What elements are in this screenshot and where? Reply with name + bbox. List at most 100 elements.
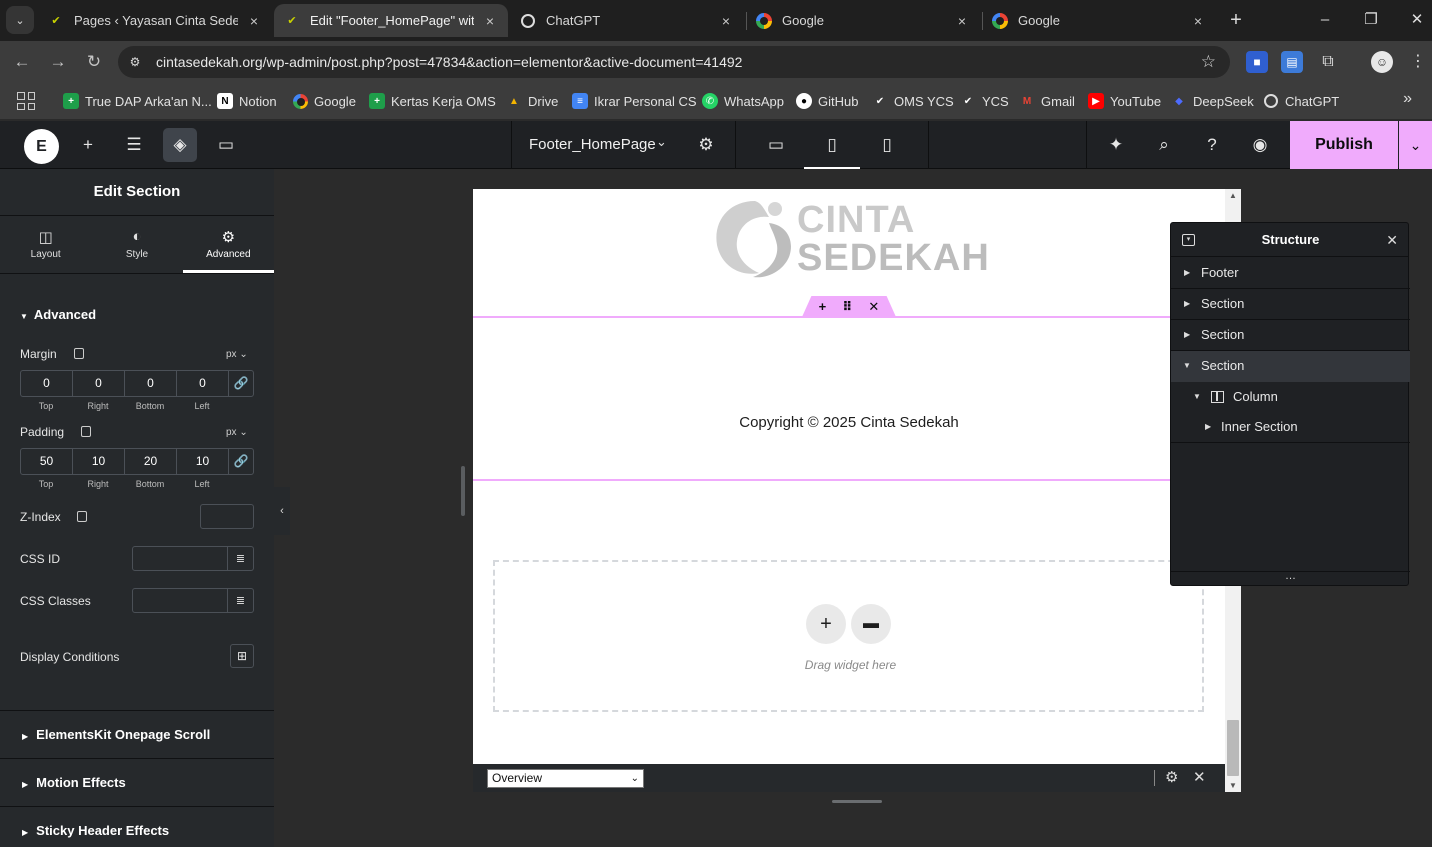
close-icon[interactable]: ×: [718, 13, 734, 29]
advanced-section-toggle[interactable]: ▼ Advanced: [20, 307, 96, 322]
structure-item-section[interactable]: ▶ Section: [1171, 289, 1410, 320]
profile-avatar[interactable]: ☺: [1371, 51, 1393, 73]
close-icon[interactable]: ×: [1190, 13, 1206, 29]
restore-icon[interactable]: ❐: [1357, 6, 1385, 34]
page-settings-gear-icon[interactable]: ⚙: [689, 128, 723, 162]
chevron-down-icon[interactable]: ⌄: [656, 134, 667, 150]
bookmark-item[interactable]: ✆ WhatsApp: [702, 91, 784, 111]
css-classes-input[interactable]: [132, 588, 228, 613]
tab-layout[interactable]: ◫ Layout: [0, 216, 91, 273]
accordion-sticky-header-effects[interactable]: ▶ Sticky Header Effects: [0, 806, 274, 847]
conditions-sitemap-icon[interactable]: ⊞: [230, 644, 254, 668]
publish-options-chevron-icon[interactable]: ⌄: [1399, 121, 1432, 169]
desktop-view-icon[interactable]: ▭: [759, 128, 793, 162]
gear-icon[interactable]: ⚙: [1165, 768, 1178, 786]
caret-right-icon[interactable]: ▶: [1184, 258, 1190, 288]
template-library-folder-icon[interactable]: ▬: [851, 604, 891, 644]
structure-header[interactable]: ▾ Structure ✕: [1171, 223, 1408, 257]
tab-search-button[interactable]: ⌄: [6, 6, 34, 34]
accordion-motion-effects[interactable]: ▶ Motion Effects: [0, 758, 274, 806]
structure-item-column[interactable]: ▼ Column: [1171, 382, 1410, 412]
bookmark-item[interactable]: Google: [292, 91, 356, 111]
caret-right-icon[interactable]: ▶: [1184, 289, 1190, 319]
new-tab-button[interactable]: +: [1224, 8, 1248, 32]
docs-extension-icon[interactable]: ▤: [1281, 51, 1303, 73]
apps-grid-icon[interactable]: [17, 92, 35, 110]
back-arrow-icon[interactable]: ←: [8, 48, 36, 76]
structure-item-footer[interactable]: ▶ Footer: [1171, 258, 1410, 289]
margin-top-input[interactable]: 0: [21, 371, 73, 396]
canvas-bottom-grip[interactable]: [832, 800, 882, 803]
margin-left-input[interactable]: 0: [177, 371, 229, 396]
padding-right-input[interactable]: 10: [73, 449, 125, 474]
browser-menu-icon[interactable]: ⋮: [1407, 51, 1429, 73]
site-info-icon[interactable]: ⚙: [126, 53, 144, 71]
caret-down-icon[interactable]: ▼: [1183, 351, 1191, 381]
reload-icon[interactable]: ↻: [80, 48, 108, 76]
bookmark-item[interactable]: + Kertas Kerja OMS: [369, 91, 496, 111]
caret-down-icon[interactable]: ▼: [1193, 382, 1201, 412]
tab-advanced[interactable]: ⚙ Advanced: [182, 216, 274, 273]
caret-right-icon[interactable]: ▶: [1205, 412, 1211, 442]
elementor-logo[interactable]: E: [24, 129, 59, 164]
css-id-input[interactable]: [132, 546, 228, 571]
margin-unit-select[interactable]: px ⌄: [226, 349, 248, 360]
search-icon[interactable]: ⌕: [1147, 128, 1181, 162]
address-bar[interactable]: ⚙ cintasedekah.org/wp-admin/post.php?pos…: [118, 46, 1230, 78]
z-index-input[interactable]: [200, 504, 254, 529]
copyright-text[interactable]: Copyright © 2025 Cinta Sedekah: [473, 414, 1225, 431]
extensions-puzzle-icon[interactable]: ⧉: [1317, 51, 1339, 73]
tab-google-1[interactable]: Google ×: [746, 4, 980, 37]
site-settings-icon[interactable]: ☰: [117, 128, 151, 162]
margin-bottom-input[interactable]: 0: [125, 371, 177, 396]
preview-eye-icon[interactable]: ◉: [1243, 128, 1277, 162]
scroll-down-arrow-icon[interactable]: ▼: [1225, 781, 1241, 790]
close-icon[interactable]: ×: [954, 13, 970, 29]
window-close-icon[interactable]: ✕: [1403, 6, 1431, 34]
tablet-view-icon[interactable]: ▯: [815, 128, 849, 162]
dynamic-tags-icon[interactable]: ≣: [228, 546, 254, 571]
scroll-up-arrow-icon[interactable]: ▲: [1225, 191, 1241, 200]
responsive-device-icon[interactable]: [81, 426, 91, 437]
close-icon[interactable]: ×: [246, 13, 262, 29]
add-section-icon[interactable]: +: [819, 299, 827, 314]
padding-top-input[interactable]: 50: [21, 449, 73, 474]
responsive-device-icon[interactable]: [77, 511, 87, 522]
dynamic-tags-icon[interactable]: ≣: [228, 588, 254, 613]
notes-comment-icon[interactable]: ▭: [209, 128, 243, 162]
margin-right-input[interactable]: 0: [73, 371, 125, 396]
site-logo[interactable]: CINTA SEDEKAH: [709, 193, 989, 285]
accordion-elementskit-onepage-scroll[interactable]: ▶ ElementsKit Onepage Scroll: [0, 710, 274, 758]
bookmark-item[interactable]: ✔ OMS YCS: [872, 91, 954, 111]
bookmark-item[interactable]: N Notion: [217, 91, 277, 111]
document-title[interactable]: Footer_HomePage: [529, 136, 656, 153]
padding-left-input[interactable]: 10: [177, 449, 229, 474]
close-icon[interactable]: ✕: [1193, 768, 1206, 786]
link-values-icon[interactable]: 🔗: [229, 371, 253, 396]
bookmark-star-icon[interactable]: ☆: [1201, 52, 1216, 72]
more-bookmarks-icon[interactable]: »: [1403, 90, 1412, 108]
structure-item-section-selected[interactable]: ▼ Section: [1171, 351, 1410, 382]
forward-arrow-icon[interactable]: →: [44, 48, 72, 76]
bookmark-item[interactable]: M Gmail: [1019, 91, 1075, 111]
whats-new-megaphone-icon[interactable]: ✦: [1099, 128, 1133, 162]
bookmark-item[interactable]: ChatGPT: [1263, 91, 1339, 111]
add-new-section-icon[interactable]: +: [806, 604, 846, 644]
structure-layers-icon[interactable]: ◈: [163, 128, 197, 162]
canvas-resize-handle[interactable]: [461, 466, 465, 516]
help-icon[interactable]: ?: [1195, 128, 1229, 162]
tab-pages[interactable]: ✔ Pages ‹ Yayasan Cinta Sedekah ×: [38, 4, 272, 37]
responsive-device-icon[interactable]: [74, 348, 84, 359]
collapse-panel-chevron-icon[interactable]: ‹: [274, 487, 290, 535]
caret-right-icon[interactable]: ▶: [1184, 320, 1190, 350]
bookmark-item[interactable]: ▶ YouTube: [1088, 91, 1161, 111]
padding-bottom-input[interactable]: 20: [125, 449, 177, 474]
minimize-icon[interactable]: –: [1311, 6, 1339, 34]
bookmark-item[interactable]: ✔ YCS: [960, 91, 1009, 111]
delete-section-icon[interactable]: ✕: [868, 299, 879, 315]
drag-handle-icon[interactable]: ⠿: [842, 299, 852, 315]
bookmark-item[interactable]: ● GitHub: [796, 91, 858, 111]
tab-style[interactable]: ◐ Style: [91, 216, 182, 273]
structure-resize-handle[interactable]: …: [1171, 571, 1410, 585]
add-element-icon[interactable]: +: [71, 128, 105, 162]
